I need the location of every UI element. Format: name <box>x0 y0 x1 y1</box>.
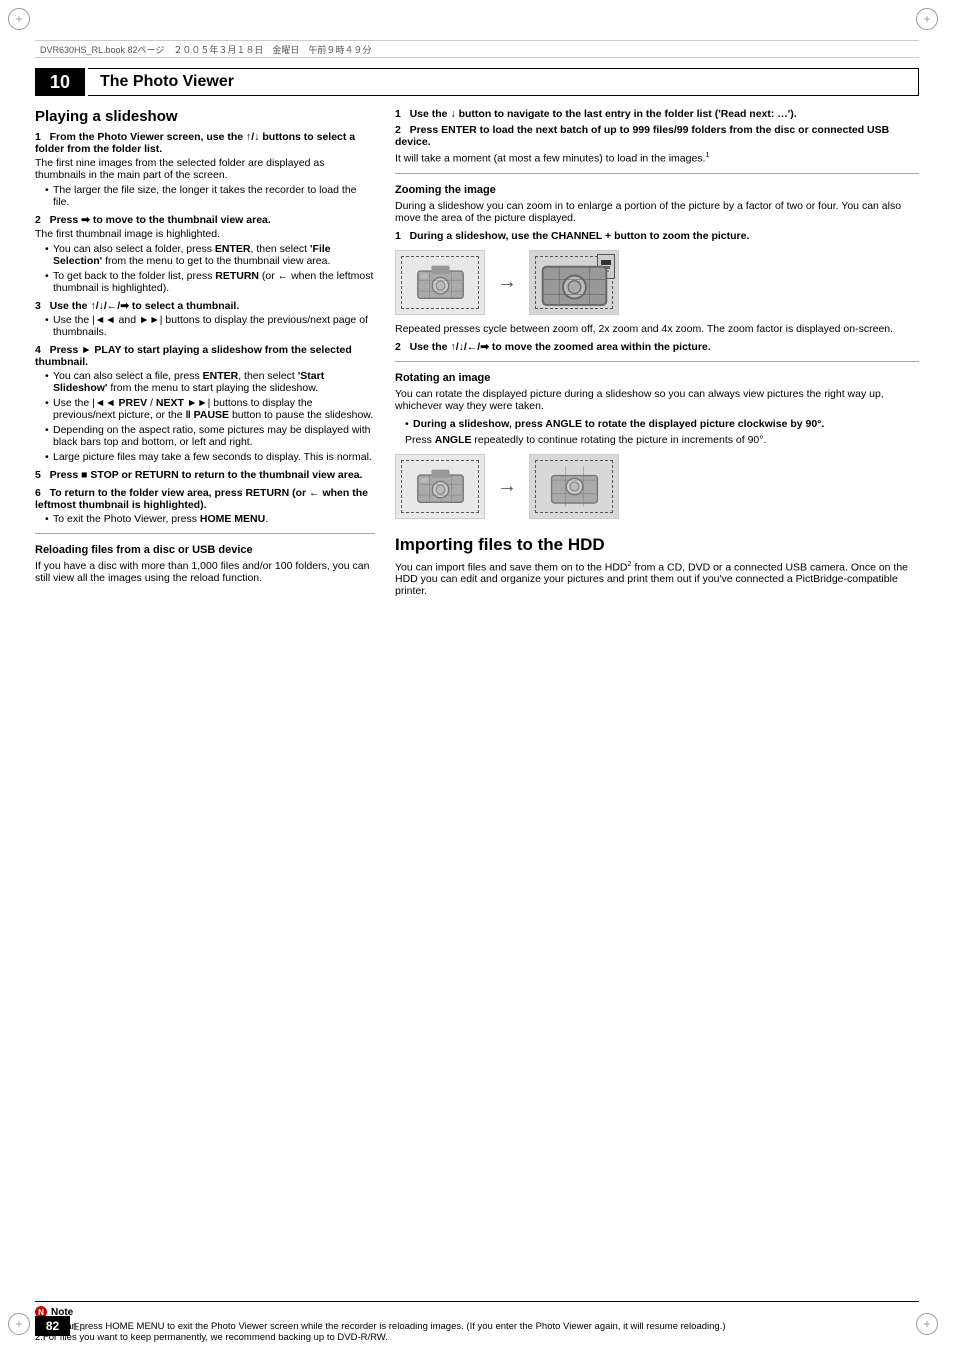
left-column: Playing a slideshow 1 From the Photo Vie… <box>35 108 375 1296</box>
rotate-image-before <box>395 454 485 519</box>
footnote-ref-1: 1 <box>705 152 709 159</box>
corner-mark-tr <box>916 8 946 38</box>
zoom-step-2: 2 Use the ↑/↓/←/➡ to move the zoomed are… <box>395 341 919 353</box>
step-4: 4 Press ► PLAY to start playing a slides… <box>35 344 375 463</box>
section-title-slideshow: Playing a slideshow <box>35 108 375 125</box>
zoom-body: During a slideshow you can zoom in to en… <box>395 200 919 224</box>
reload-body: If you have a disc with more than 1,000 … <box>35 560 375 584</box>
step-3-header: 3 Use the ↑/↓/←/➡ to select a thumbnail. <box>35 300 375 312</box>
zoom-image-after <box>529 250 619 315</box>
import-title: Importing files to the HDD <box>395 535 919 555</box>
chapter-number: 10 <box>35 68 85 96</box>
step-4-bullets: You can also select a file, press ENTER,… <box>35 370 375 463</box>
step-6-header: 6 To return to the folder view area, pre… <box>35 487 375 511</box>
step-2: 2 Press ➡ to move to the thumbnail view … <box>35 214 375 294</box>
content-area: Playing a slideshow 1 From the Photo Vie… <box>35 108 919 1296</box>
rotate-angle-note: Press ANGLE repeatedly to continue rotat… <box>395 434 919 446</box>
header-bar: DVR630HS_RL.book 82ページ ２００５年３月１８日 金曜日 午前… <box>35 40 919 58</box>
footnote-ref-2: 2 <box>628 561 632 568</box>
right-step-1: 1 Use the ↓ button to navigate to the la… <box>395 108 919 120</box>
corner-mark-br <box>916 1313 946 1343</box>
step-4-bullet-4: Large picture files may take a few secon… <box>45 451 375 463</box>
zoom-title: Zooming the image <box>395 184 919 196</box>
divider-rotate <box>395 361 919 362</box>
step-4-bullet-3: Depending on the aspect ratio, some pict… <box>45 424 375 448</box>
right-column: 1 Use the ↓ button to navigate to the la… <box>395 108 919 1296</box>
step-3-bullet-1: Use the |◄◄ and ►►| buttons to display t… <box>45 314 375 338</box>
step-2-header: 2 Press ➡ to move to the thumbnail view … <box>35 214 375 226</box>
page-lang: En <box>73 1322 85 1333</box>
divider-reload <box>35 533 375 534</box>
corner-mark-tl <box>8 8 38 38</box>
rotate-lines-before <box>401 460 479 513</box>
rotate-body: You can rotate the displayed picture dur… <box>395 388 919 412</box>
note-text-1: 1.You can press HOME MENU to exit the Ph… <box>35 1321 919 1332</box>
corner-mark-bl <box>8 1313 38 1343</box>
divider-zoom <box>395 173 919 174</box>
rotate-title: Rotating an image <box>395 372 919 384</box>
rotate-image-row: → <box>395 454 919 519</box>
zoom-repeat-note: Repeated presses cycle between zoom off,… <box>395 323 919 335</box>
step-4-bullet-2: Use the |◄◄ PREV / NEXT ►►| buttons to d… <box>45 397 375 421</box>
rotate-bullet-1: During a slideshow, press ANGLE to rotat… <box>405 418 919 430</box>
reload-title: Reloading files from a disc or USB devic… <box>35 544 375 556</box>
rotate-arrow: → <box>497 475 517 498</box>
zoom-step-1: 1 During a slideshow, use the CHANNEL + … <box>395 230 919 242</box>
rotate-image-after <box>529 454 619 519</box>
zoom-arrow: → <box>497 271 517 294</box>
step-3-bullets: Use the |◄◄ and ►►| buttons to display t… <box>35 314 375 338</box>
camera-svg-rotate-after <box>547 464 602 509</box>
right-step-2-body: It will take a moment (at most a few min… <box>395 152 919 165</box>
note-area: N Note 1.You can press HOME MENU to exit… <box>35 1301 919 1351</box>
camera-svg-after <box>536 254 613 310</box>
zoom-image-before <box>395 250 485 315</box>
step-1-bullet-1: The larger the file size, the longer it … <box>45 184 375 208</box>
step-4-bullet-1: You can also select a file, press ENTER,… <box>45 370 375 394</box>
zoom-lines-decoration <box>401 256 479 309</box>
step-2-bullets: You can also select a folder, press ENTE… <box>35 243 375 294</box>
step-2-bullet-2: To get back to the folder list, press RE… <box>45 270 375 294</box>
chapter-title: The Photo Viewer <box>100 73 234 91</box>
step-3: 3 Use the ↑/↓/←/➡ to select a thumbnail.… <box>35 300 375 338</box>
step-2-bullet-1: You can also select a folder, press ENTE… <box>45 243 375 267</box>
step-1-body: The first nine images from the selected … <box>35 157 375 181</box>
step-5-header: 5 Press ■ STOP or RETURN to return to th… <box>35 469 375 481</box>
step-4-header: 4 Press ► PLAY to start playing a slides… <box>35 344 375 368</box>
step-5: 5 Press ■ STOP or RETURN to return to th… <box>35 469 375 481</box>
chapter-title-container: The Photo Viewer <box>88 68 919 96</box>
note-title: N Note <box>35 1306 919 1318</box>
note-text-2: 2.For files you want to keep permanently… <box>35 1332 919 1343</box>
step-1-bullets: The larger the file size, the longer it … <box>35 184 375 208</box>
step-1: 1 From the Photo Viewer screen, use the … <box>35 131 375 208</box>
step-6-bullet-1: To exit the Photo Viewer, press HOME MEN… <box>45 513 375 525</box>
step-6: 6 To return to the folder view area, pre… <box>35 487 375 525</box>
step-6-bullets: To exit the Photo Viewer, press HOME MEN… <box>35 513 375 525</box>
step-2-body: The first thumbnail image is highlighted… <box>35 228 375 240</box>
page-number: 82 <box>35 1316 70 1336</box>
right-step-2-header: 2 Press ENTER to load the next batch of … <box>395 124 919 148</box>
rotate-bullets: During a slideshow, press ANGLE to rotat… <box>395 418 919 430</box>
zoom-image-row: → <box>395 250 919 315</box>
import-body: You can import files and save them on to… <box>395 561 919 598</box>
header-file-info: DVR630HS_RL.book 82ページ ２００５年３月１８日 金曜日 午前… <box>40 43 371 56</box>
step-1-header: 1 From the Photo Viewer screen, use the … <box>35 131 375 155</box>
